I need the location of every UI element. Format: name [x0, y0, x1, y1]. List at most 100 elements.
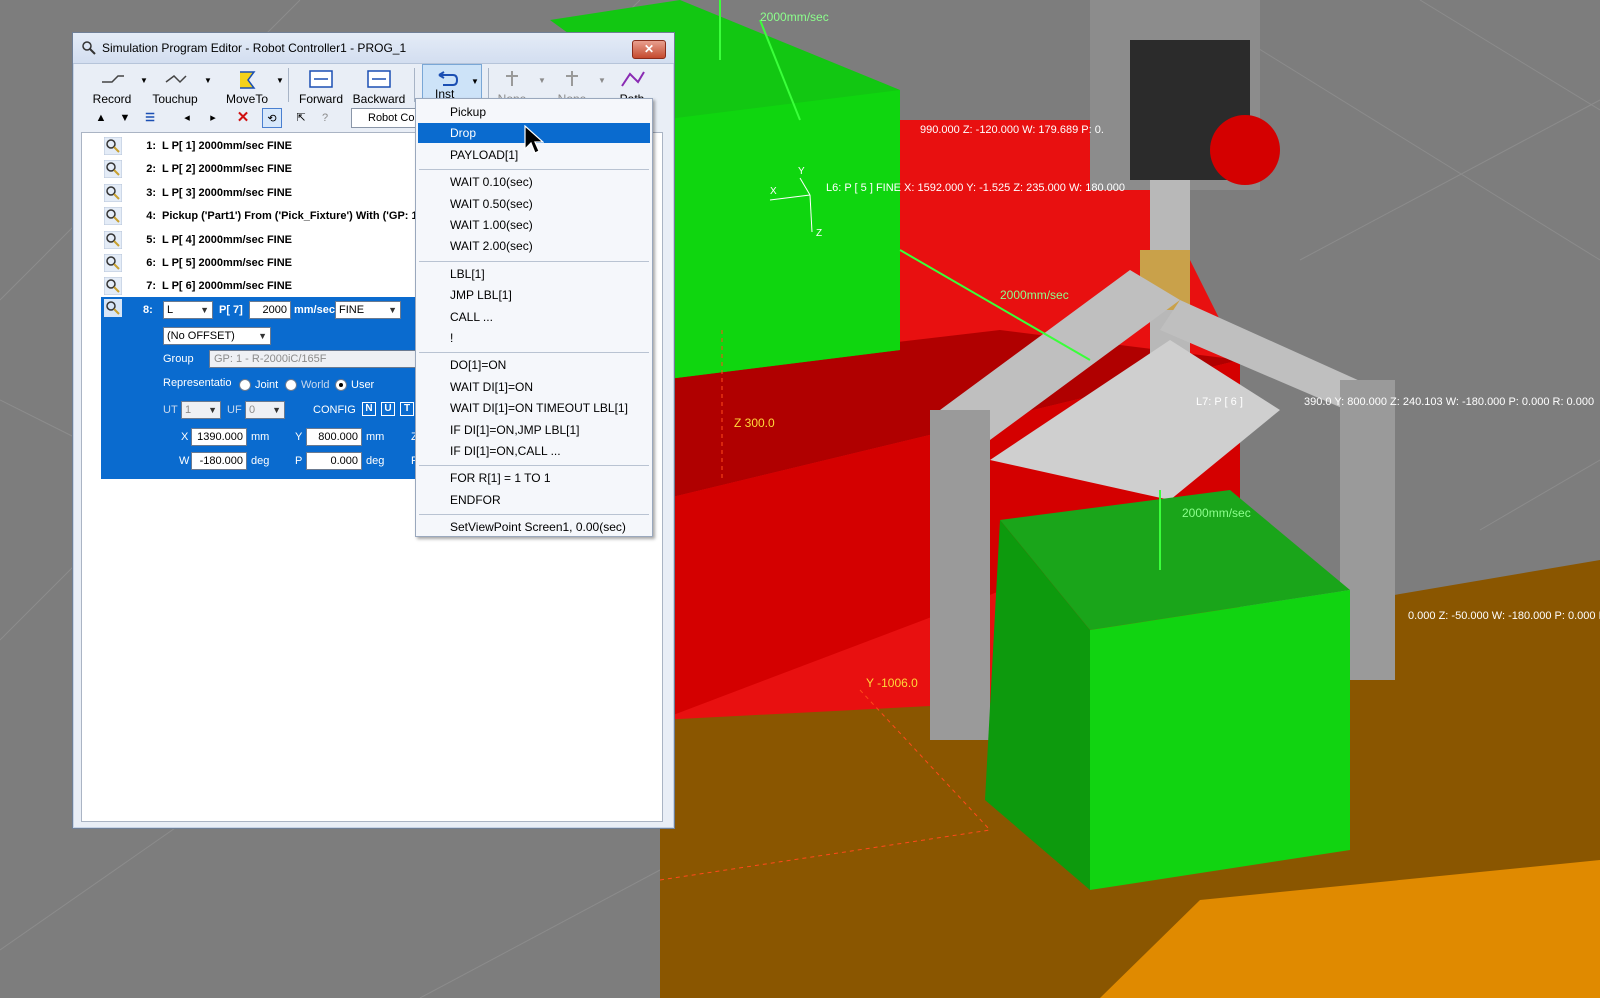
inst-menu-item[interactable]: CALL ...	[418, 307, 650, 327]
close-button[interactable]: ✕	[632, 40, 666, 59]
line-inspect-icon[interactable]	[104, 137, 122, 155]
program-line[interactable]: 4: Pickup ('Part1') From ('Pick_Fixture')…	[104, 205, 424, 228]
program-line[interactable]: 2: L P[ 2] 2000mm/sec FINE	[104, 158, 424, 181]
backward-label: Backward	[352, 92, 406, 106]
inst-menu-item[interactable]: !	[418, 328, 650, 348]
help-icon[interactable]: ?	[316, 108, 334, 128]
selected-line-editor[interactable]: 8: L ▼ P[ 7] 2000 mm/sec FINE ▼ (No OFFSET…	[101, 297, 421, 479]
speed-field[interactable]: 2000	[249, 301, 291, 319]
motor-cap	[1210, 115, 1280, 185]
rep-world-label: World	[301, 379, 330, 391]
rep-user-label: User	[351, 379, 375, 391]
motion-type-select[interactable]: L ▼	[163, 301, 213, 319]
inst-menu-item[interactable]: WAIT DI[1]=ON	[418, 377, 650, 397]
config-t-button[interactable]: T	[400, 402, 414, 416]
prev-icon[interactable]: ◂	[180, 108, 194, 128]
speed-unit: mm/sec	[294, 304, 335, 316]
next-icon[interactable]: ▸	[206, 108, 220, 128]
inst-menu-item[interactable]: WAIT DI[1]=ON TIMEOUT LBL[1]	[418, 398, 650, 418]
line-number: 3:	[146, 186, 156, 199]
inst-menu-item[interactable]: FOR R[1] = 1 TO 1	[418, 468, 650, 488]
touchup-dropdown-icon[interactable]: ▼	[204, 76, 212, 85]
inst-menu-item[interactable]: WAIT 1.00(sec)	[418, 215, 650, 235]
robot-controller-select[interactable]: Robot Con	[351, 108, 423, 128]
program-line[interactable]: 6: L P[ 5] 2000mm/sec FINE	[104, 252, 424, 275]
inst-menu-item[interactable]: ENDFOR	[418, 490, 650, 510]
move-up-icon[interactable]: ▲	[94, 108, 108, 128]
program-line[interactable]: 1: L P[ 1] 2000mm/sec FINE	[104, 135, 424, 158]
moveto-dropdown-icon[interactable]: ▼	[276, 76, 284, 85]
line-inspect-icon[interactable]	[104, 207, 122, 226]
touchup-button[interactable]: Touchup	[150, 68, 200, 106]
x-unit: mm	[251, 431, 270, 443]
list-number-icon[interactable]: ☰	[140, 108, 160, 128]
rep-world-radio[interactable]	[285, 379, 297, 391]
inst-menu-item[interactable]: WAIT 2.00(sec)	[418, 236, 650, 256]
line-inspect-icon[interactable]	[104, 230, 122, 249]
moveto-button[interactable]: MoveTo	[222, 68, 272, 106]
inst-menu-item[interactable]: Pickup	[418, 102, 650, 122]
scene-y-label: Y -1006.0	[866, 676, 918, 690]
x-field[interactable]: 1390.000	[191, 428, 247, 446]
touchup-icon	[165, 75, 187, 84]
y-field[interactable]: 800.000	[306, 428, 362, 446]
moveto-toggle-icon[interactable]: ⟲	[262, 108, 282, 128]
rep-user-radio[interactable]	[335, 379, 347, 391]
green-box-lower-front	[1090, 590, 1350, 890]
path-icon	[621, 71, 645, 87]
green-box-upper-front	[660, 90, 900, 380]
inst-menu-item[interactable]: DO[1]=ON	[418, 355, 650, 375]
delete-icon[interactable]: ✕	[234, 108, 252, 128]
line-inspect-icon[interactable]	[104, 183, 122, 202]
inst-dropdown-menu: Pickup Drop PAYLOAD[1] WAIT 0.10(sec) WAIT 0…	[415, 98, 653, 537]
scene-axis-y: Y	[798, 166, 805, 177]
scene-speed-top: 2000mm/sec	[760, 10, 829, 24]
title-bar[interactable]: Simulation Program Editor - Robot Contro…	[73, 33, 674, 64]
line-inspect-icon[interactable]	[104, 160, 122, 179]
termination-select[interactable]: FINE ▼	[335, 301, 401, 319]
program-line[interactable]: 3: L P[ 3] 2000mm/sec FINE	[104, 182, 424, 205]
window-title: Simulation Program Editor - Robot Contro…	[102, 41, 407, 55]
line-number: 4:	[146, 210, 156, 223]
y-label: Y	[295, 431, 303, 443]
w-unit: deg	[251, 455, 270, 467]
export-icon[interactable]: ⇱	[292, 108, 310, 128]
record-icon	[102, 75, 124, 83]
inst-menu-item[interactable]: JMP LBL[1]	[418, 285, 650, 305]
ut-label: UT	[163, 404, 178, 416]
inst-menu-item[interactable]: IF DI[1]=ON,CALL ...	[418, 441, 650, 461]
config-n-button[interactable]: N	[362, 402, 376, 416]
config-u-button[interactable]: U	[381, 402, 395, 416]
offset-select[interactable]: (No OFFSET) ▼	[163, 327, 271, 345]
inst-menu-item[interactable]: IF DI[1]=ON,JMP LBL[1]	[418, 420, 650, 440]
w-field[interactable]: -180.000	[191, 452, 247, 470]
program-line[interactable]: 7: L P[ 6] 2000mm/sec FINE	[104, 275, 424, 298]
forward-button[interactable]: Forward	[296, 68, 346, 106]
line-inspect-icon[interactable]	[104, 299, 122, 317]
backward-button[interactable]: Backward	[350, 68, 408, 106]
tool-icon-1	[506, 71, 518, 86]
line-inspect-icon[interactable]	[104, 277, 122, 296]
line-number: 5:	[146, 233, 156, 246]
none-dropdown-icon-1[interactable]: ▼	[538, 76, 546, 85]
line-text: Pickup ('Part1') From ('Pick_Fixture') W…	[162, 210, 418, 223]
record-dropdown-icon[interactable]: ▼	[140, 76, 148, 85]
program-line[interactable]: 5: L P[ 4] 2000mm/sec FINE	[104, 229, 424, 252]
rep-joint-radio[interactable]	[239, 379, 251, 391]
uf-select[interactable]: 0 ▼	[245, 401, 285, 419]
inst-menu-item[interactable]: SetViewPoint Screen1, 0.00(sec)	[418, 517, 650, 537]
inst-dropdown-icon[interactable]: ▼	[471, 77, 479, 86]
line-text: L P[ 1] 2000mm/sec FINE	[162, 140, 293, 152]
none-dropdown-icon-2[interactable]: ▼	[598, 76, 606, 85]
record-button[interactable]: Record	[90, 68, 134, 106]
ut-select[interactable]: 1 ▼	[181, 401, 221, 419]
line-inspect-icon[interactable]	[104, 254, 122, 272]
scene-position-top: 990.000 Z: -120.000 W: 179.689 P: 0.	[920, 124, 1104, 136]
p-field[interactable]: 0.000	[306, 452, 362, 470]
inst-menu-item[interactable]: WAIT 0.10(sec)	[418, 172, 650, 192]
move-down-icon[interactable]: ▼	[118, 108, 132, 128]
inst-menu-item[interactable]: LBL[1]	[418, 264, 650, 284]
p-label: P	[295, 455, 303, 467]
inst-menu-item[interactable]: WAIT 0.50(sec)	[418, 194, 650, 214]
scene-position-l7: L7: P [ 6 ]	[1196, 396, 1243, 408]
